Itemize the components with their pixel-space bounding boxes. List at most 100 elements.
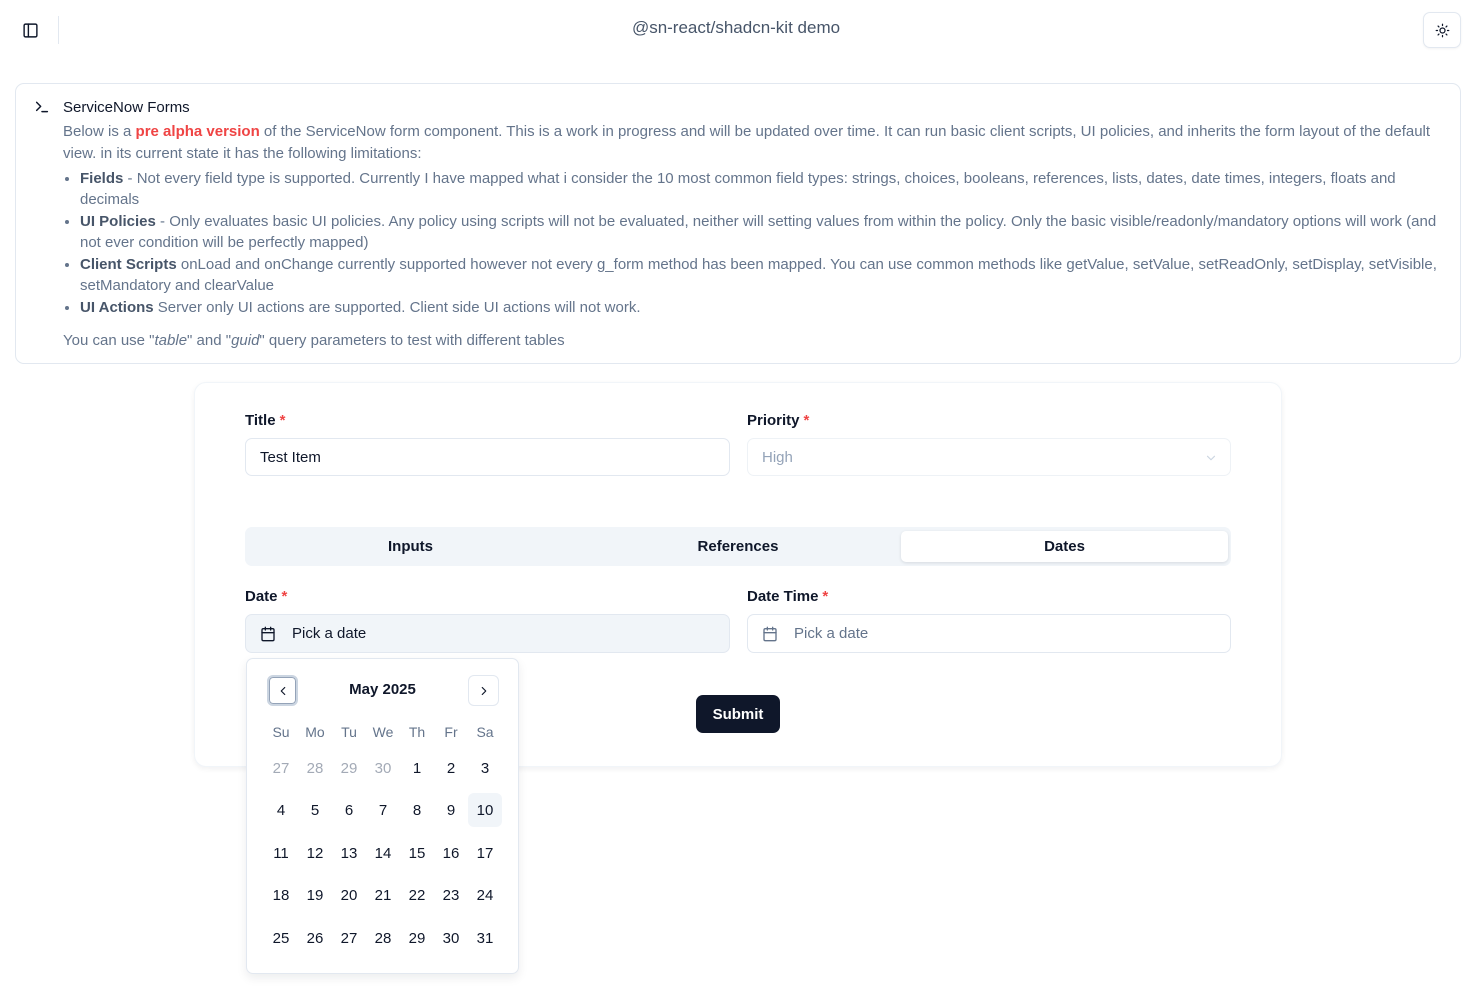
weekday-header: Tu (341, 724, 357, 740)
calendar-day[interactable]: 23 (434, 878, 468, 912)
next-month-button[interactable] (468, 675, 499, 706)
calendar-day[interactable]: 2 (434, 751, 468, 785)
alert-footer: You can use "table" and "guid" query par… (63, 330, 1448, 352)
limitation-client-scripts: Client Scripts onLoad and onChange curre… (80, 254, 1448, 296)
priority-value: High (762, 448, 793, 466)
terminal-icon (35, 101, 49, 113)
limitations-list: Fields - Not every field type is support… (63, 168, 1448, 318)
limitation-ui-policies: UI Policies - Only evaluates basic UI po… (80, 211, 1448, 253)
footer-guid-param: guid (231, 332, 260, 349)
datetime-label-text: Date Time (747, 588, 819, 605)
limitation-text: onLoad and onChange currently supported … (80, 256, 1437, 294)
calendar-day[interactable]: 21 (366, 878, 400, 912)
calendar-day[interactable]: 28 (298, 751, 332, 785)
form-tabs: Inputs References Dates (245, 527, 1231, 566)
theme-toggle-button[interactable] (1423, 12, 1461, 48)
limitation-term: Client Scripts (80, 256, 177, 273)
chevron-right-icon (481, 686, 486, 695)
calendar-day[interactable]: 1 (400, 751, 434, 785)
limitation-term: Fields (80, 170, 124, 187)
footer-text: " and " (187, 332, 232, 349)
calendar-day[interactable]: 20 (332, 878, 366, 912)
calendar-day[interactable]: 7 (366, 793, 400, 827)
weekday-header: Fr (444, 724, 458, 740)
calendar-icon (762, 626, 778, 642)
limitation-text: Server only UI actions are supported. Cl… (153, 299, 641, 316)
priority-select[interactable]: High (747, 438, 1231, 476)
limitation-ui-actions: UI Actions Server only UI actions are su… (80, 297, 1448, 318)
calendar-day[interactable]: 19 (298, 878, 332, 912)
limitation-text: - Not every field type is supported. Cur… (80, 170, 1396, 208)
calendar-day[interactable]: 13 (332, 836, 366, 870)
calendar-day[interactable]: 16 (434, 836, 468, 870)
calendar-day[interactable]: 3 (468, 751, 502, 785)
limitation-term: UI Actions (80, 299, 154, 316)
calendar-day[interactable]: 15 (400, 836, 434, 870)
alert-intro-before: Below is a (63, 123, 136, 140)
required-mark: * (822, 588, 829, 605)
alert-highlight: pre alpha version (135, 123, 260, 140)
calendar-day[interactable]: 26 (298, 921, 332, 955)
limitation-text: - Only evaluates basic UI policies. Any … (80, 213, 1437, 251)
calendar-day[interactable]: 27 (332, 921, 366, 955)
calendar-day[interactable]: 11 (264, 836, 298, 870)
calendar-day[interactable]: 5 (298, 793, 332, 827)
calendar-day[interactable]: 29 (400, 921, 434, 955)
footer-text: You can use " (63, 332, 155, 349)
calendar-day[interactable]: 30 (434, 921, 468, 955)
date-label: Date * (245, 588, 287, 605)
calendar-day[interactable]: 12 (298, 836, 332, 870)
info-alert: ServiceNow Forms Below is a pre alpha ve… (15, 83, 1461, 364)
calendar-day[interactable]: 29 (332, 751, 366, 785)
required-mark: * (803, 412, 810, 429)
submit-button[interactable]: Submit (696, 695, 780, 733)
calendar-day[interactable]: 25 (264, 921, 298, 955)
calendar-day[interactable]: 10 (468, 793, 502, 827)
tab-dates[interactable]: Dates (901, 531, 1228, 562)
calendar-day[interactable]: 27 (264, 751, 298, 785)
date-label-text: Date (245, 588, 278, 605)
calendar-day[interactable]: 28 (366, 921, 400, 955)
calendar-day[interactable]: 14 (366, 836, 400, 870)
weekday-header: Th (408, 724, 426, 740)
chevron-down-icon (1206, 455, 1216, 461)
sun-icon (1435, 23, 1449, 37)
title-input[interactable]: Test Item (245, 438, 730, 476)
alert-title: ServiceNow Forms (63, 99, 190, 116)
app-title: @sn-react/shadcn-kit demo (631, 18, 841, 37)
datetime-placeholder: Pick a date (794, 625, 869, 642)
calendar-day[interactable]: 4 (264, 793, 298, 827)
calendar-day[interactable]: 8 (400, 793, 434, 827)
footer-text: " query parameters to test with differen… (259, 332, 565, 349)
date-picker-button[interactable]: Pick a date (245, 614, 730, 653)
priority-label-text: Priority (747, 412, 800, 429)
limitation-fields: Fields - Not every field type is support… (80, 168, 1448, 210)
tab-inputs[interactable]: Inputs (249, 531, 572, 562)
calendar-day[interactable]: 24 (468, 878, 502, 912)
top-bar: @sn-react/shadcn-kit demo (0, 0, 1472, 60)
footer-table-param: table (154, 332, 188, 349)
required-mark: * (279, 412, 286, 429)
alert-description: Below is a pre alpha version of the Serv… (63, 121, 1448, 352)
date-placeholder: Pick a date (292, 625, 367, 642)
calendar-day[interactable]: 9 (434, 793, 468, 827)
datetime-picker-button[interactable]: Pick a date (747, 614, 1231, 653)
title-label: Title * (245, 412, 285, 429)
calendar-icon (260, 626, 276, 642)
alert-intro-after: of the ServiceNow form component. This i… (63, 123, 1431, 162)
tab-references[interactable]: References (575, 531, 901, 562)
weekday-header: Sa (476, 724, 494, 740)
required-mark: * (281, 588, 288, 605)
calendar-popover: May 2025 Su Mo Tu We Th Fr Sa 27 28 29 30 1 2 3 4 5 6 7 8 9… (246, 658, 519, 974)
calendar-day[interactable]: 30 (366, 751, 400, 785)
weekday-header: Mo (305, 724, 325, 740)
calendar-day[interactable]: 31 (468, 921, 502, 955)
calendar-day[interactable]: 18 (264, 878, 298, 912)
calendar-day[interactable]: 6 (332, 793, 366, 827)
calendar-day[interactable]: 17 (468, 836, 502, 870)
datetime-label: Date Time * (747, 588, 828, 605)
limitation-term: UI Policies (80, 213, 156, 230)
weekday-header: Su (272, 724, 290, 740)
calendar-day[interactable]: 22 (400, 878, 434, 912)
priority-label: Priority * (747, 412, 809, 429)
